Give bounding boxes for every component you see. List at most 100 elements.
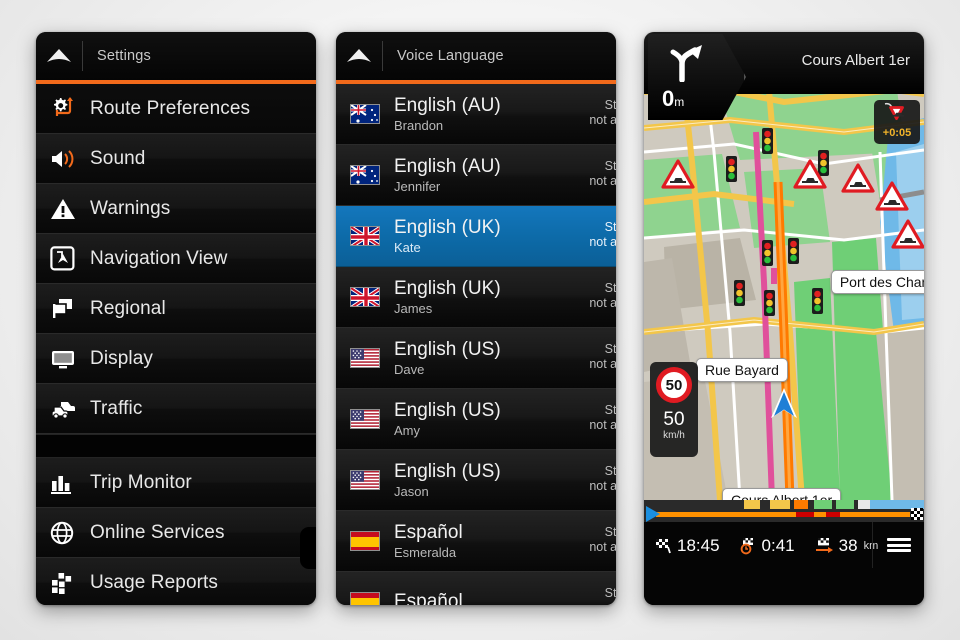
voice-meta: Street not anno: [589, 464, 616, 493]
eta-stat[interactable]: 18:45: [644, 536, 729, 556]
flag-us-icon: [350, 470, 380, 490]
list-item[interactable]: Español Street: [336, 572, 616, 605]
voice-meta: Street not anno: [589, 98, 616, 127]
navigation-map-panel: Cours Albert 1er 0m +0:05 50 50 km/h Por…: [644, 32, 924, 605]
voice-meta: Street not anno: [589, 281, 616, 310]
sidebar-item-route-preferences[interactable]: Route Preferences: [36, 84, 316, 134]
gear-route-icon: [50, 94, 90, 124]
list-item-selected[interactable]: English (UK) Kate Street not anno: [336, 206, 616, 267]
eta-value: 18:45: [677, 536, 720, 555]
remaining-time-stat[interactable]: 0:41: [729, 536, 804, 556]
sidebar-item-label: Route Preferences: [90, 97, 251, 119]
sidebar-item-usage-reports[interactable]: Usage Reports: [36, 558, 316, 605]
voice-list: English (AU) Brandon Street not anno: [336, 84, 616, 605]
settings-list: Route Preferences Sound Warnings Navigat…: [36, 84, 316, 605]
voice-meta: Street not anno: [589, 342, 616, 371]
speed-unit-label: km/h: [663, 430, 685, 441]
sidebar-item-online-services[interactable]: Online Services: [36, 508, 316, 558]
route-segments: [644, 500, 924, 509]
speed-limit-sign: 50: [656, 367, 692, 403]
flag-uk-icon: [350, 226, 380, 246]
route-line: [656, 512, 910, 517]
status-bar: 18:45 0:41 38 km: [644, 522, 924, 605]
settings-panel: Settings Route Preferences Sound Warning…: [36, 32, 316, 605]
list-item[interactable]: English (AU) Brandon Street not anno: [336, 84, 616, 145]
speaker-icon: [50, 144, 90, 174]
menu-line: [886, 538, 911, 541]
current-speed-value: 50: [663, 409, 685, 430]
turn-distance-unit: m: [674, 95, 685, 109]
voice-meta: Street not anno: [589, 220, 616, 249]
sidebar-item-label: Online Services: [90, 521, 225, 543]
page-title: Voice Language: [397, 48, 504, 64]
up-arrow-icon: [347, 49, 371, 62]
route-progress-bar[interactable]: [644, 500, 924, 522]
settings-header: Settings: [36, 32, 316, 80]
remaining-distance-value: 38: [838, 536, 858, 555]
sidebar-item-traffic[interactable]: Traffic: [36, 384, 316, 434]
scrollbar-knob[interactable]: [300, 527, 316, 569]
flag-us-icon: [350, 409, 380, 429]
remaining-time-value: 0:41: [761, 536, 795, 555]
turn-distance: 0m: [662, 86, 684, 112]
flag-au-icon: [350, 165, 380, 185]
sidebar-item-navigation-view[interactable]: Navigation View: [36, 234, 316, 284]
sidebar-item-label: Sound: [90, 147, 146, 169]
checkered-flag-icon: [656, 539, 671, 554]
speed-panel: 50 50 km/h: [650, 362, 698, 457]
voice-meta: Street: [604, 586, 616, 600]
sidebar-item-warnings[interactable]: Warnings: [36, 184, 316, 234]
traffic-delay-badge[interactable]: +0:05: [874, 100, 920, 144]
flag-es-icon: [350, 592, 380, 605]
sidebar-item-label: Warnings: [90, 197, 171, 219]
traffic-jam-icon: [884, 102, 905, 120]
navigation-view-icon: [50, 244, 90, 274]
flag-us-icon: [350, 348, 380, 368]
list-item[interactable]: English (US) Dave Street not anno: [336, 328, 616, 389]
list-item[interactable]: English (AU) Jennifer Street not anno: [336, 145, 616, 206]
sidebar-item-label: Display: [90, 347, 153, 369]
checkered-flag-icon: [911, 508, 923, 520]
monitor-icon: [50, 344, 90, 374]
globe-icon: [50, 518, 90, 548]
list-item[interactable]: Español Esmeralda Street not anno: [336, 511, 616, 572]
flag-au-icon: [350, 104, 380, 124]
fork-right-arrow-icon: [670, 45, 702, 82]
list-item[interactable]: English (US) Amy Street not anno: [336, 389, 616, 450]
next-street-label: Cours Albert 1er: [801, 52, 910, 69]
flag-uk-icon: [350, 287, 380, 307]
cars-icon: [50, 394, 90, 424]
sidebar-item-label: Trip Monitor: [90, 471, 192, 493]
turn-distance-value: 0: [662, 86, 675, 111]
flag-icon: [50, 294, 90, 324]
back-up-button[interactable]: [36, 32, 82, 80]
voice-header: Voice Language: [336, 32, 616, 80]
map-wrapper: Cours Albert 1er 0m +0:05 50 50 km/h Por…: [644, 32, 924, 605]
hamburger-menu-icon[interactable]: [872, 522, 924, 568]
voice-meta: Street not anno: [589, 403, 616, 432]
warning-triangle-icon: [50, 194, 90, 224]
flag-es-icon: [350, 531, 380, 551]
map-label-port-des-champ: Port des Champ: [830, 270, 924, 294]
up-arrow-icon: [47, 49, 71, 62]
list-item[interactable]: English (UK) James Street not anno: [336, 267, 616, 328]
clock-flag-icon: [740, 538, 753, 555]
voice-meta: Street not anno: [589, 159, 616, 188]
sidebar-item-trip-monitor[interactable]: Trip Monitor: [36, 458, 316, 508]
route-start-marker: [646, 506, 660, 522]
sidebar-item-display[interactable]: Display: [36, 334, 316, 384]
list-item[interactable]: English (US) Jason Street not anno: [336, 450, 616, 511]
sidebar-item-label: Usage Reports: [90, 571, 219, 593]
page-title: Settings: [97, 48, 151, 64]
usage-reports-icon: [50, 568, 90, 598]
voice-language-panel: Voice Language English (AU) Brandon St n…: [336, 32, 616, 605]
menu-line: [886, 543, 911, 547]
turn-indicator[interactable]: 0m: [648, 34, 746, 120]
sidebar-item-label: Navigation View: [90, 247, 228, 269]
sidebar-item-regional[interactable]: Regional: [36, 284, 316, 334]
sidebar-item-sound[interactable]: Sound: [36, 134, 316, 184]
menu-line: [886, 549, 911, 552]
bar-chart-icon: [50, 468, 90, 498]
route-congestion-1: [796, 512, 814, 517]
back-up-button[interactable]: [336, 32, 382, 80]
